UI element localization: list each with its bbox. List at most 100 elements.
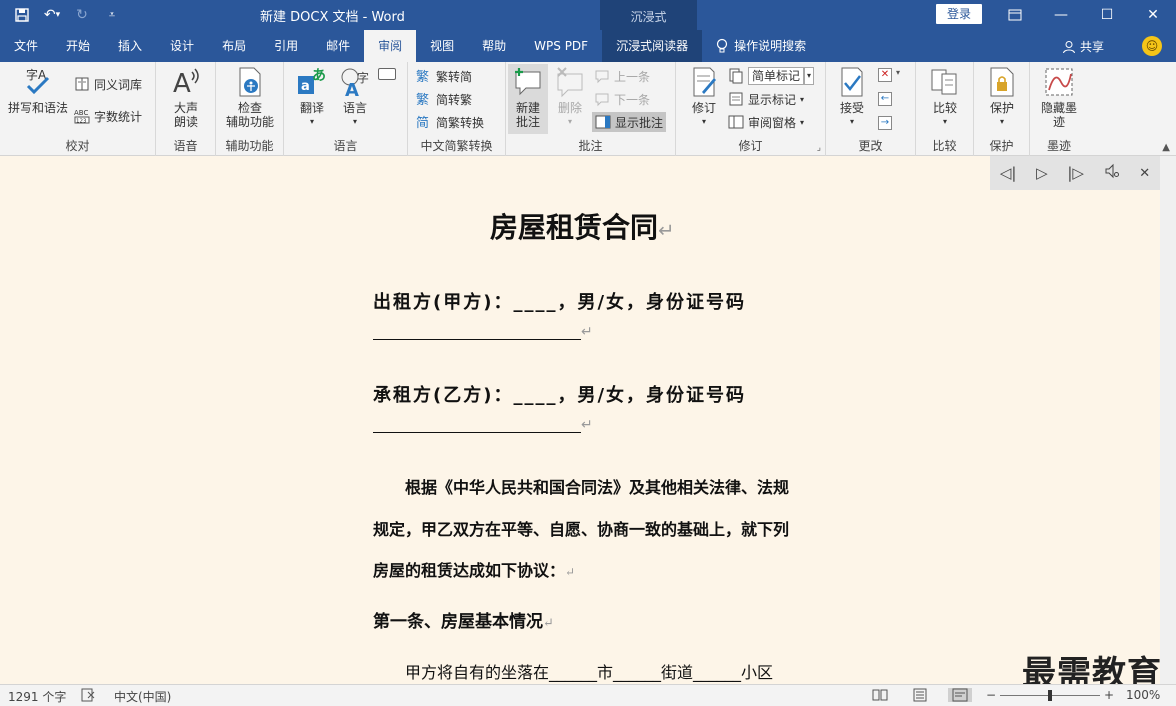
tab-review[interactable]: 审阅 bbox=[364, 30, 417, 62]
next-page-icon[interactable]: |▷ bbox=[1067, 164, 1084, 182]
tab-immersive-reader[interactable]: 沉浸式阅读器 bbox=[602, 30, 703, 62]
word-count-button[interactable]: ABC 123 字数统计 bbox=[74, 106, 142, 126]
read-aloud-button[interactable]: A 大声 朗读 bbox=[168, 66, 204, 129]
spellcheck-icon: 字A bbox=[26, 67, 50, 95]
group-proofing: 字A 拼写和语法 同义词库 ABC 123 字数统计 校对 bbox=[0, 62, 156, 156]
previous-comment-button[interactable]: 上一条 bbox=[594, 66, 650, 86]
next-change-icon[interactable]: → bbox=[878, 116, 892, 130]
minimize-icon[interactable]: — bbox=[1038, 0, 1084, 30]
close-icon[interactable]: ✕ bbox=[1130, 0, 1176, 30]
customize-qat-icon[interactable]: ⩡ bbox=[100, 4, 124, 26]
next-comment-label: 下一条 bbox=[614, 92, 651, 107]
tab-design[interactable]: 设计 bbox=[156, 30, 208, 62]
login-button[interactable]: 登录 bbox=[936, 4, 982, 24]
print-layout-icon[interactable] bbox=[912, 688, 928, 702]
speech-settings-icon[interactable] bbox=[1104, 163, 1120, 183]
tab-help[interactable]: 帮助 bbox=[468, 30, 520, 62]
collapse-ribbon-icon[interactable]: ▲ bbox=[1162, 142, 1170, 153]
redo-icon[interactable]: ↻ bbox=[70, 4, 94, 26]
show-markup-icon bbox=[729, 92, 743, 106]
quick-access-toolbar: ↶ ▾ ↻ ⩡ bbox=[10, 4, 124, 26]
zoom-in-icon[interactable]: + bbox=[1104, 688, 1114, 702]
lessor-id-blank[interactable]: ↵ bbox=[373, 324, 593, 340]
reject-dropdown-icon[interactable]: ▾ bbox=[896, 68, 900, 77]
lock-document-icon bbox=[990, 67, 1014, 97]
location-line[interactable]: 甲方将自有的坐落在______市______街道______小区 bbox=[405, 659, 773, 683]
simplified-to-traditional-button[interactable]: 繁 简转繁 bbox=[416, 89, 472, 109]
language-status[interactable]: 中文(中国) bbox=[114, 688, 171, 705]
previous-comment-label: 上一条 bbox=[614, 69, 651, 84]
spelling-grammar-button[interactable]: 字A 拼写和语法 bbox=[6, 66, 70, 115]
tab-mailings[interactable]: 邮件 bbox=[312, 30, 364, 62]
group-accessibility-label: 辅助功能 bbox=[225, 139, 274, 153]
track-changes-button[interactable]: 修订 ▾ bbox=[686, 66, 722, 129]
check-accessibility-button[interactable]: 检查 辅助功能 bbox=[222, 66, 278, 129]
tab-file[interactable]: 文件 bbox=[0, 30, 52, 62]
tab-references[interactable]: 引用 bbox=[260, 30, 312, 62]
read-mode-icon[interactable] bbox=[872, 688, 888, 702]
lessor-line[interactable]: 出租方(甲方)：____，男/女，身份证号码 bbox=[373, 288, 746, 314]
feedback-smiley-icon[interactable]: ☺ bbox=[1142, 36, 1162, 56]
new-comment-button[interactable]: 新建 批注 bbox=[508, 64, 548, 134]
tab-layout[interactable]: 布局 bbox=[208, 30, 260, 62]
undo-icon[interactable]: ↶ ▾ bbox=[40, 4, 64, 26]
vertical-scrollbar[interactable] bbox=[1160, 156, 1176, 684]
close-reader-icon[interactable]: ✕ bbox=[1139, 166, 1150, 181]
tab-home[interactable]: 开始 bbox=[52, 30, 104, 62]
keyboard-icon[interactable] bbox=[378, 68, 396, 80]
zoom-slider-thumb[interactable] bbox=[1048, 690, 1052, 701]
show-markup-button[interactable]: 显示标记 ▾ bbox=[728, 89, 804, 109]
reject-icon[interactable]: ✕ bbox=[878, 68, 892, 82]
word-count-status[interactable]: 1291 个字 bbox=[8, 688, 66, 705]
compare-dropdown-icon: ▾ bbox=[942, 117, 947, 126]
accept-button[interactable]: 接受 ▾ bbox=[834, 66, 870, 129]
zoom-out-icon[interactable]: − bbox=[986, 688, 996, 702]
document-heading[interactable]: 房屋租赁合同↵ bbox=[490, 206, 674, 246]
hide-ink-button[interactable]: 隐藏墨 迹 bbox=[1036, 66, 1082, 129]
show-comments-button[interactable]: 显示批注 bbox=[592, 112, 667, 132]
tab-wps-pdf[interactable]: WPS PDF bbox=[520, 30, 602, 62]
body-paragraph-line-1[interactable]: 根据《中华人民共和国合同法》及其他相关法律、法规 bbox=[405, 474, 789, 498]
maximize-icon[interactable]: ☐ bbox=[1084, 0, 1130, 30]
previous-page-icon[interactable]: ◁| bbox=[1000, 164, 1017, 182]
new-comment-icon bbox=[515, 68, 541, 96]
document-canvas[interactable]: ◁| ▷ |▷ ✕ 房屋租赁合同↵ 出租方(甲方)：____，男/女，身份证号码… bbox=[0, 156, 1160, 684]
previous-change-icon[interactable]: ← bbox=[878, 92, 892, 106]
chinese-conversion-button[interactable]: 简 简繁转换 bbox=[416, 112, 484, 132]
lessee-id-blank[interactable]: ↵ bbox=[373, 417, 593, 433]
zoom-level[interactable]: 100% bbox=[1126, 688, 1160, 702]
next-comment-button[interactable]: 下一条 bbox=[594, 89, 650, 109]
group-speech-label: 语音 bbox=[173, 139, 198, 153]
compare-icon bbox=[931, 69, 957, 95]
play-icon[interactable]: ▷ bbox=[1036, 164, 1048, 182]
tell-me-search[interactable]: 操作说明搜索 bbox=[702, 30, 820, 62]
reviewing-pane-button[interactable]: 审阅窗格 ▾ bbox=[728, 112, 804, 132]
tab-view[interactable]: 视图 bbox=[416, 30, 468, 62]
paragraph-mark-icon: ↵ bbox=[565, 565, 576, 579]
web-layout-icon[interactable] bbox=[948, 688, 972, 702]
group-language: aあ 翻译 ▾ A字 语言 ▾ 语言 bbox=[284, 62, 408, 156]
group-changes-label: 更改 bbox=[858, 139, 883, 153]
tab-insert[interactable]: 插入 bbox=[104, 30, 156, 62]
lessee-line[interactable]: 承租方(乙方)：____，男/女，身份证号码 bbox=[373, 381, 746, 407]
save-icon[interactable] bbox=[10, 4, 34, 26]
translate-dropdown-icon: ▾ bbox=[309, 117, 314, 126]
compare-button[interactable]: 比较 ▾ bbox=[927, 66, 963, 129]
article-heading[interactable]: 第一条、房屋基本情况↵ bbox=[373, 607, 554, 632]
previous-comment-icon bbox=[595, 70, 609, 84]
translate-button[interactable]: aあ 翻译 ▾ bbox=[294, 66, 330, 129]
body-paragraph-line-3[interactable]: 房屋的租赁达成如下协议：↵ bbox=[373, 557, 575, 581]
language-button[interactable]: A字 语言 ▾ bbox=[336, 66, 374, 129]
traditional-to-simplified-button[interactable]: 繁 繁转简 bbox=[416, 66, 472, 86]
markup-display-select[interactable]: 简单标记 ▾ bbox=[728, 66, 815, 86]
group-protect-label: 保护 bbox=[989, 139, 1014, 153]
convert-label: 简繁转换 bbox=[436, 115, 485, 130]
ribbon-display-options-icon[interactable] bbox=[992, 0, 1038, 30]
thesaurus-button[interactable]: 同义词库 bbox=[74, 74, 142, 94]
delete-comment-button[interactable]: 删除 ▾ bbox=[552, 66, 588, 129]
share-button[interactable]: 共享 bbox=[1062, 38, 1104, 55]
protect-button[interactable]: 保护 ▾ bbox=[984, 66, 1020, 129]
svg-text:繁: 繁 bbox=[416, 92, 429, 107]
proofing-status-icon[interactable] bbox=[80, 688, 96, 702]
body-paragraph-line-2[interactable]: 规定，甲乙双方在平等、自愿、协商一致的基础上，就下列 bbox=[373, 516, 789, 540]
